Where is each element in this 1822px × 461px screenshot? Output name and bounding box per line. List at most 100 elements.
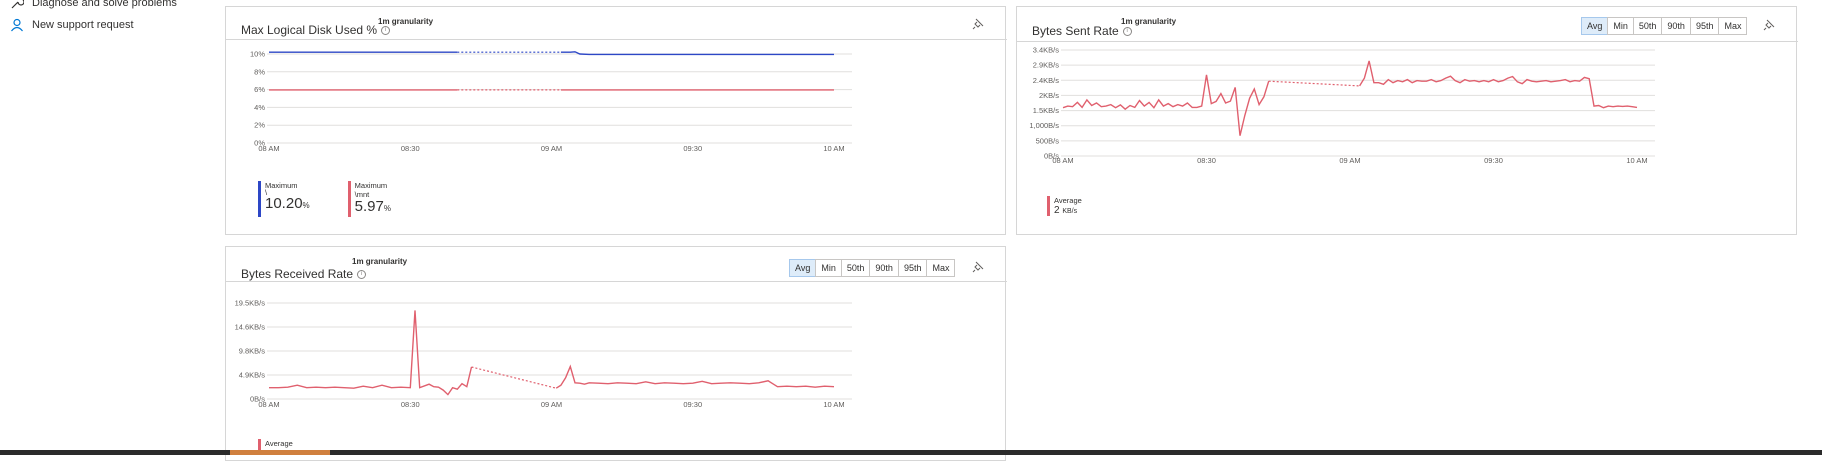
series-line: [560, 51, 834, 56]
wrench-icon: [11, 0, 24, 9]
y-tick-label: 2.9KB/s: [1033, 61, 1060, 70]
nav-item-diagnose[interactable]: Diagnose and solve problems: [10, 0, 177, 10]
y-tick-label: 3.4KB/s: [1033, 46, 1060, 55]
y-tick-label: 1.5KB/s: [1033, 106, 1060, 115]
bytes-received-chart: 0B/s4.9KB/s9.8KB/s14.6KB/s19.5KB/s08 AM 0…: [235, 299, 852, 409]
series-line: [1359, 60, 1638, 109]
x-tick-label: 10 AM: [823, 400, 844, 409]
disk-used-card: 1m granularity Max Logical Disk Used % i…: [225, 6, 1007, 235]
chart-legend: Maximum \ 10.20% Maximum \mnt 5.97%: [258, 181, 391, 217]
agg-90th-button[interactable]: 90th: [1661, 17, 1691, 35]
card-title: Max Logical Disk Used %: [241, 23, 378, 37]
card-title-row: Bytes Sent Rate i: [1032, 24, 1132, 38]
card-title: Bytes Sent Rate: [1032, 24, 1119, 38]
x-tick-label: 10 AM: [823, 144, 844, 153]
series-line: [269, 310, 473, 396]
agg-max-button[interactable]: Max: [1718, 17, 1748, 35]
nav-label-support: New support request: [32, 19, 134, 31]
x-tick-label: 08 AM: [258, 144, 279, 153]
agg-50th-button[interactable]: 50th: [840, 259, 871, 277]
divider: [1017, 41, 1798, 42]
pin-icon[interactable]: [1763, 19, 1775, 31]
disk-used-chart: 0%2%4%6%8%10%08 AM 08:30 09 AM 09:30 10 AM: [250, 50, 852, 153]
legend-label: Maximum: [354, 181, 388, 190]
y-tick-label: 14.6KB/s: [235, 323, 266, 332]
legend-item: Maximum \mnt 5.97%: [347, 181, 391, 217]
agg-max-button[interactable]: Max: [926, 259, 956, 277]
card-title-row: Max Logical Disk Used % i: [241, 23, 391, 37]
agg-95th-button[interactable]: 95th: [897, 259, 928, 277]
info-icon[interactable]: i: [1122, 26, 1132, 36]
x-tick-label: 09 AM: [541, 400, 562, 409]
y-tick-label: 2.4KB/s: [1033, 76, 1060, 85]
aggregation-selector: Avg Min 50th 90th 95th Max: [789, 259, 956, 277]
legend-unit: KB/s: [1062, 208, 1078, 215]
legend-swatch: [347, 181, 351, 217]
aggregation-selector: Avg Min 50th 90th 95th Max: [1581, 17, 1748, 35]
legend-unit: %: [302, 201, 310, 210]
legend-label: Maximum: [265, 181, 298, 190]
x-tick-label: 09 AM: [541, 144, 562, 153]
series-line: [1062, 74, 1270, 136]
granularity-label: 1m granularity: [352, 257, 408, 266]
agg-90th-button[interactable]: 90th: [869, 259, 899, 277]
legend-item: Average 2 KB/s: [1047, 196, 1082, 217]
legend-swatch: [1047, 196, 1050, 216]
card-title-row: Bytes Received Rate i: [241, 267, 367, 281]
legend-value: 10.20: [265, 195, 303, 212]
legend-item: Maximum \ 10.20%: [258, 181, 310, 217]
chart-legend: Average 2 KB/s: [1047, 196, 1082, 217]
pin-icon[interactable]: [972, 18, 984, 30]
bytes-sent-chart: 0B/s500B/s1,000B/s1.5KB/s2KB/s2.4KB/s2.9…: [1029, 46, 1655, 165]
x-tick-label: 09:30: [683, 144, 702, 153]
bytes-received-card: 1m granularity Bytes Received Rate i Avg…: [225, 246, 1007, 461]
x-tick-label: 08:30: [401, 144, 420, 153]
info-icon[interactable]: i: [357, 269, 367, 279]
divider: [226, 39, 1007, 40]
bytes-sent-card: 1m granularity Bytes Sent Rate i Avg Min…: [1016, 6, 1798, 235]
nav-label-diagnose: Diagnose and solve problems: [32, 0, 177, 9]
agg-95th-button[interactable]: 95th: [1689, 17, 1720, 35]
x-tick-label: 08 AM: [1052, 156, 1073, 165]
nav-item-support[interactable]: New support request: [10, 18, 134, 32]
x-tick-label: 08:30: [1197, 156, 1216, 165]
legend-value: 2: [1054, 205, 1060, 216]
series-gap-line: [1268, 80, 1360, 87]
series-gap-line: [471, 366, 557, 389]
legend-label: Average: [1054, 196, 1082, 205]
agg-min-button[interactable]: Min: [1607, 17, 1634, 35]
card-title: Bytes Received Rate: [241, 267, 354, 281]
y-tick-label: 4%: [254, 103, 265, 112]
divider: [226, 281, 1007, 282]
x-tick-label: 10 AM: [1626, 156, 1647, 165]
y-tick-label: 2%: [254, 121, 265, 130]
person-support-icon: [11, 18, 23, 32]
agg-avg-button[interactable]: Avg: [789, 259, 817, 277]
series-line: [555, 364, 835, 389]
agg-avg-button[interactable]: Avg: [1581, 17, 1609, 35]
y-tick-label: 2KB/s: [1039, 91, 1059, 100]
taskbar-accent: [230, 450, 330, 455]
y-tick-label: 9.8KB/s: [239, 347, 266, 356]
y-tick-label: 1,000B/s: [1029, 121, 1059, 130]
agg-50th-button[interactable]: 50th: [1632, 17, 1663, 35]
y-tick-label: 4.9KB/s: [239, 371, 266, 380]
x-tick-label: 09:30: [683, 400, 702, 409]
legend-swatch: [258, 181, 261, 217]
taskbar-strip: [0, 450, 1822, 455]
legend-label: Average: [265, 439, 293, 448]
pin-icon[interactable]: [972, 261, 984, 273]
x-tick-label: 09 AM: [1339, 156, 1360, 165]
y-tick-label: 19.5KB/s: [235, 299, 266, 308]
y-tick-label: 500B/s: [1036, 136, 1060, 145]
x-tick-label: 08:30: [401, 400, 420, 409]
legend-unit: %: [383, 204, 391, 213]
y-tick-label: 10%: [250, 50, 265, 59]
legend-value: 5.97: [354, 198, 384, 215]
y-tick-label: 6%: [254, 85, 265, 94]
info-icon[interactable]: i: [381, 25, 391, 35]
x-tick-label: 09:30: [1484, 156, 1503, 165]
y-tick-label: 8%: [254, 67, 265, 76]
x-tick-label: 08 AM: [258, 400, 279, 409]
agg-min-button[interactable]: Min: [815, 259, 842, 277]
